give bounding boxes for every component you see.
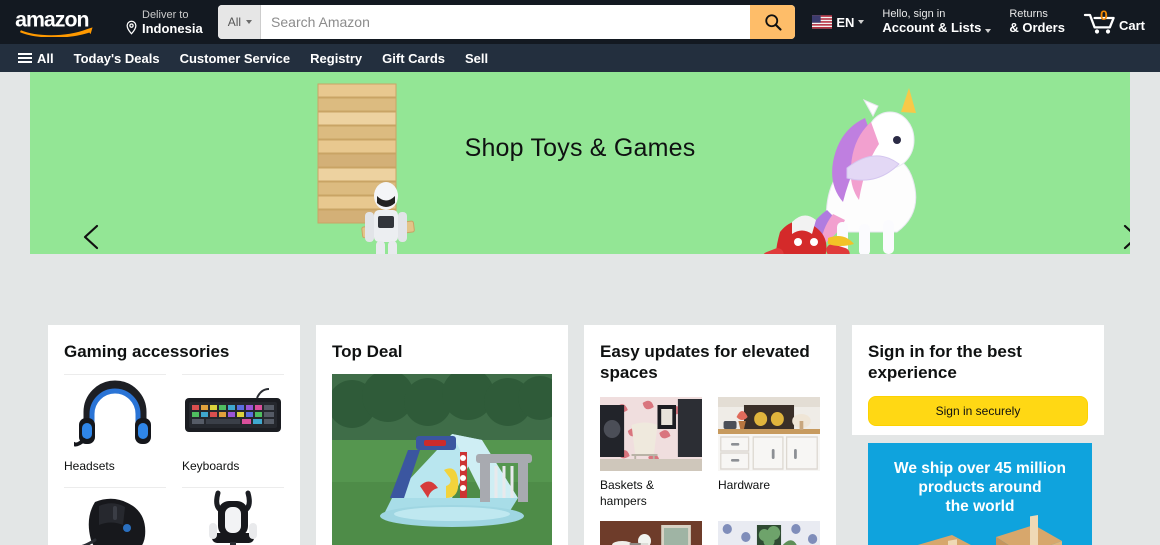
search-bar: All: [217, 5, 796, 39]
hero-carousel: Shop Toys & Games: [30, 72, 1130, 254]
language-selector[interactable]: EN: [803, 9, 873, 36]
returns-label: Returns: [1009, 8, 1048, 21]
chevron-down-icon: [858, 20, 865, 24]
hardware-image: [718, 397, 820, 471]
tile-grid: Headsets Keyboards: [64, 374, 284, 545]
ad-copy: We ship over 45 million products around …: [868, 459, 1092, 517]
card-sign-in: Sign in for the best experience Sign in …: [852, 325, 1104, 435]
tile-headsets[interactable]: Headsets: [64, 374, 166, 475]
stormtrooper-figure-image: [365, 182, 407, 254]
us-flag-icon: [812, 14, 833, 29]
ad-line-3: the world: [945, 498, 1015, 516]
cart-label: Cart: [1118, 18, 1145, 33]
hamburger-menu-icon: [18, 53, 32, 63]
sign-in-securely-button[interactable]: Sign in securely: [868, 395, 1088, 426]
card-title: Easy updates for elevated spaces: [600, 342, 810, 383]
search-input[interactable]: [261, 5, 751, 39]
nav-item-gift-cards[interactable]: Gift Cards: [372, 45, 455, 72]
tile-label: Keyboards: [182, 459, 240, 474]
tile-keyboards[interactable]: Keyboards: [182, 374, 284, 475]
primary-nav: All Today's Deals Customer Service Regis…: [0, 44, 1160, 72]
search-submit-button[interactable]: [750, 5, 796, 39]
nav-item-sell[interactable]: Sell: [455, 45, 498, 72]
gaming-chair-image: [182, 486, 284, 545]
chevron-down-icon: [246, 20, 253, 24]
nav-all-label: All: [37, 50, 54, 66]
cart-count-badge: 0: [1099, 7, 1108, 23]
carousel-next-button[interactable]: [1112, 220, 1130, 254]
deliver-to-country: Indonesia: [142, 20, 203, 36]
deal-product-image[interactable]: [332, 374, 552, 545]
tile-baskets-hampers[interactable]: Baskets & hampers: [600, 397, 702, 509]
account-greeting: Hello, sign in: [882, 8, 946, 21]
tile-hardware[interactable]: Hardware: [718, 397, 820, 509]
amazon-logo-icon: amazon: [15, 7, 93, 37]
chevron-left-icon: [83, 224, 99, 250]
wallpaper-paint-image: [718, 521, 820, 545]
account-label: Account & Lists: [882, 19, 982, 35]
page-body: Shop Toys & Games Gaming accessories Hea…: [0, 72, 1160, 545]
card-title: Sign in for the best experience: [868, 342, 1022, 383]
card-home-updates: Easy updates for elevated spaces Baskets…: [584, 325, 836, 545]
tile-wallpaper-paint[interactable]: Wallpaper & paint: [718, 521, 820, 545]
ad-line-2: products around: [918, 479, 1042, 497]
accent-furniture-image: [600, 521, 702, 545]
carousel-prev-button[interactable]: [76, 220, 110, 254]
card-title: Gaming accessories: [64, 342, 230, 361]
card-top-deal: Top Deal: [316, 325, 568, 545]
card-gaming-accessories: Gaming accessories Headsets Keyboards: [48, 325, 300, 545]
location-pin-icon: [126, 20, 137, 35]
orders-label: & Orders: [1009, 19, 1065, 35]
site-header: amazon Deliver to Indonesia All Search A…: [0, 0, 1160, 44]
amazon-logo[interactable]: amazon: [8, 2, 121, 42]
ad-line-1: We ship over 45 million: [894, 460, 1066, 477]
tile-grid: Baskets & hampers Hardware: [600, 397, 820, 545]
tile-label: Hardware: [718, 478, 771, 492]
nav-item-label: Sell: [465, 50, 489, 66]
chevron-down-icon: [985, 28, 992, 33]
deliver-to-selector[interactable]: Deliver to Indonesia: [121, 3, 212, 41]
tile-computer-mice[interactable]: Computer mice: [64, 486, 166, 545]
shopping-cart-icon: 0: [1083, 7, 1117, 35]
language-label: EN: [836, 14, 855, 30]
nav-item-customer-service[interactable]: Customer Service: [170, 45, 301, 72]
nav-item-registry[interactable]: Registry: [300, 45, 372, 72]
baskets-hampers-image: [600, 397, 702, 471]
shipping-promo-ad[interactable]: We ship over 45 million products around …: [868, 443, 1092, 545]
cart-button[interactable]: 0 Cart: [1074, 3, 1154, 41]
card-title: Top Deal: [332, 342, 403, 361]
nav-item-label: Customer Service: [179, 50, 291, 66]
tile-chairs[interactable]: Chairs: [182, 486, 284, 545]
tile-label: Headsets: [64, 459, 115, 474]
nav-item-label: Today's Deals: [73, 50, 160, 66]
account-and-lists[interactable]: Hello, sign in Account & Lists: [873, 2, 1000, 41]
tile-label: Baskets & hampers: [600, 478, 655, 508]
returns-and-orders[interactable]: Returns & Orders: [1000, 2, 1074, 41]
computer-mouse-image: [64, 486, 166, 545]
svg-text:amazon: amazon: [15, 7, 88, 31]
nav-all-menu[interactable]: All: [8, 45, 64, 72]
search-category-dropdown[interactable]: All: [217, 5, 262, 39]
keyboard-image: [182, 374, 284, 453]
nav-item-todays-deals[interactable]: Today's Deals: [64, 45, 170, 72]
power-ranger-toy-image: [762, 215, 854, 254]
search-icon: [765, 14, 782, 31]
nav-item-label: Gift Cards: [382, 50, 446, 66]
search-category-label: All: [227, 15, 242, 29]
tile-accent-furniture[interactable]: Accent furniture: [600, 521, 702, 545]
hero-title: Shop Toys & Games: [464, 134, 696, 162]
nav-item-label: Registry: [310, 50, 363, 66]
headset-image: [64, 374, 166, 453]
chevron-right-icon: [1123, 224, 1130, 250]
